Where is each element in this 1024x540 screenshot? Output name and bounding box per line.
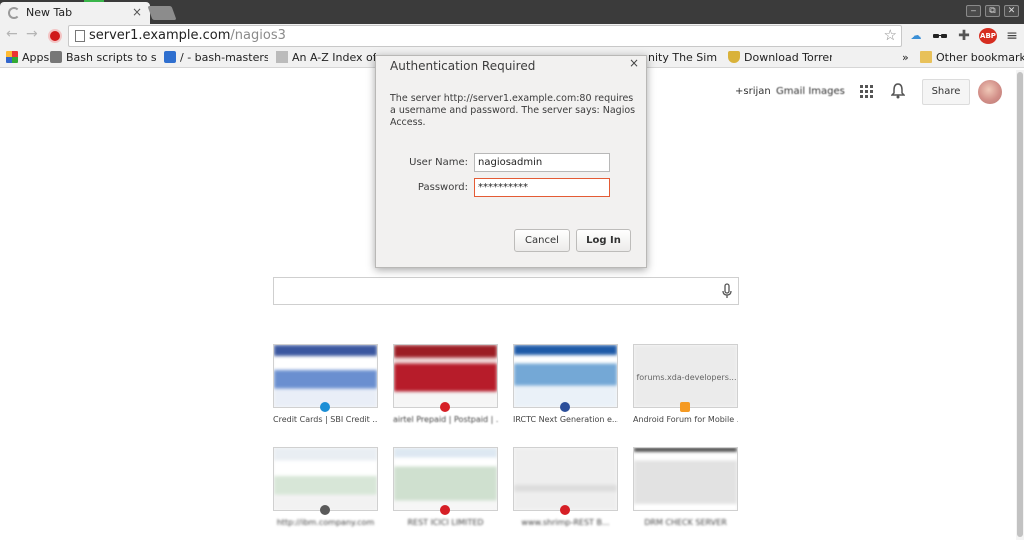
username-label: User Name: [409,157,468,168]
tile-label: Credit Cards | SBI Credit ... [273,415,378,424]
tile-thumbnail [514,448,617,510]
microphone-icon[interactable] [722,283,732,299]
bookmark-label: Other bookmarks [936,51,1024,64]
tile-thumbnail [394,345,497,407]
bookmark-star-icon[interactable]: ☆ [884,26,897,44]
tile-label: IRCTC Next Generation e... [513,415,618,424]
apps-grid-icon[interactable] [860,84,874,98]
url-path: /nagios3 [230,28,286,43]
bookmark-label: nity The Simple [648,51,718,64]
loading-spinner-icon [8,7,20,19]
password-label: Password: [417,182,468,193]
most-visited-tile[interactable] [393,344,498,408]
cloud-extension-icon[interactable]: ☁ [908,28,924,44]
house-bookmark-icon [164,51,176,63]
bookmark-label: Apps [22,51,50,64]
dialog-close-icon[interactable]: × [629,56,639,70]
tile-thumbnail [514,345,617,407]
puzzle-bookmark-icon [50,51,62,63]
tile-thumbnail [394,448,497,510]
tile-thumbnail [274,345,377,407]
most-visited-tile[interactable] [273,344,378,408]
bookmark-download-torrent[interactable]: Download Torrent [728,51,832,64]
restore-button[interactable]: ⧉ [985,5,1000,17]
username-field[interactable] [474,153,610,172]
url-host: server1.example.com [89,28,231,43]
most-visited-tile[interactable] [273,447,378,511]
password-field[interactable] [474,178,610,197]
url-text[interactable]: server1.example.com/nagios3 [89,28,286,43]
bookmarks-overflow-chevron[interactable]: » [902,51,909,64]
tab-new-tab[interactable]: New Tab × [0,2,150,24]
dialog-title: Authentication Required [390,59,536,73]
login-button[interactable]: Log In [576,229,631,252]
page-scrollbar[interactable] [1016,70,1024,540]
search-input[interactable] [273,277,739,305]
google-apps-links[interactable]: Gmail Images [776,86,845,97]
most-visited-tile[interactable]: forums.xda-developers... [633,344,738,408]
bookmark-label: Bash scripts to sca [66,51,156,64]
adblock-plus-icon[interactable]: ABP [979,28,997,44]
menu-icon[interactable]: ≡ [1004,28,1020,44]
tile-thumbnail [274,448,377,510]
tile-favicon-icon [320,505,330,515]
scrollbar-thumb[interactable] [1017,72,1023,537]
bookmark-simple[interactable]: nity The Simple [648,51,718,64]
tab-close-icon[interactable]: × [132,5,142,19]
new-tab-button[interactable] [147,6,177,20]
tile-favicon-icon [560,402,570,412]
bookmark-label: An A-Z Index of th [292,51,376,64]
folder-icon [920,51,932,63]
forward-arrow-icon[interactable]: → [26,26,38,42]
tile-label: http://ibm.company.com [276,518,375,527]
tile-favicon-icon [440,402,450,412]
puzzle-extension-icon[interactable]: ✚ [956,28,972,44]
tile-label: www.shrimp-REST B... [521,518,610,527]
tile-favicon-icon [680,402,690,412]
tile-favicon-icon [320,402,330,412]
most-visited-tile[interactable] [633,447,738,511]
tab-title: New Tab [26,6,73,19]
page-bookmark-icon [276,51,288,63]
tile-label: airtel Prepaid | Postpaid | ... [393,415,498,424]
browser-toolbar: ← → server1.example.com/nagios3 ☆ ☁ ✚ AB… [0,24,1024,48]
google-user-link[interactable]: +srijan [735,86,771,97]
tile-label: DRM CHECK SERVER [644,518,727,527]
tile-favicon-icon [440,505,450,515]
share-button[interactable]: Share [922,79,970,105]
bookmark-apps[interactable]: Apps [6,51,49,64]
cancel-button[interactable]: Cancel [514,229,570,252]
bookmark-bash-scripts[interactable]: Bash scripts to sca [50,51,156,64]
bookmark-label: / - bash-masters - g [180,51,268,64]
auth-dialog: Authentication Required × The server htt… [375,55,647,268]
most-visited-tile[interactable] [513,447,618,511]
page-icon [75,30,85,42]
address-bar[interactable]: server1.example.com/nagios3 ☆ [68,25,902,47]
avatar[interactable] [978,80,1002,104]
apps-grid-icon [6,51,18,63]
tile-favicon-icon [560,505,570,515]
bookmark-bash-masters[interactable]: / - bash-masters - g [164,51,268,64]
most-visited-tile[interactable] [393,447,498,511]
tile-thumbnail [634,448,737,510]
tile-label: Android Forum for Mobile ... [633,415,738,424]
bookmark-az-index[interactable]: An A-Z Index of th [276,51,376,64]
other-bookmarks-folder[interactable]: Other bookmarks [920,51,1024,64]
most-visited-tile[interactable] [513,344,618,408]
tile-label: REST ICICI LIMITED [407,518,484,527]
back-arrow-icon[interactable]: ← [6,26,18,42]
dialog-message: The server http://server1.example.com:80… [390,93,636,128]
notifications-bell-icon[interactable] [890,83,906,99]
spy-extension-icon[interactable] [932,28,948,44]
bookmark-label: Download Torrent [744,51,832,64]
minimize-button[interactable]: ‒ [966,5,981,17]
shield-bookmark-icon [728,51,740,63]
stop-loading-button[interactable] [48,29,62,43]
tile-caption: forums.xda-developers... [636,373,737,382]
close-window-button[interactable]: ✕ [1004,5,1019,17]
window-titlebar: New Tab × ‒ ⧉ ✕ [0,0,1024,24]
